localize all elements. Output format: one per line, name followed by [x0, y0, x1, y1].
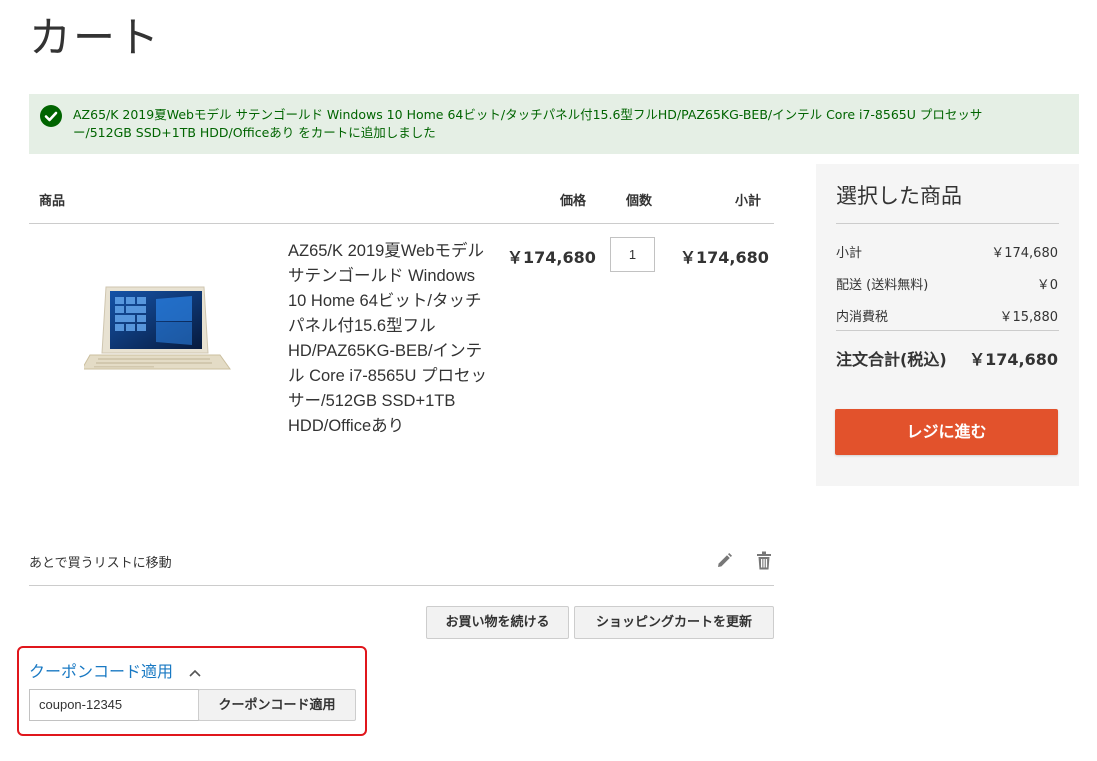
apply-coupon-button[interactable]: クーポンコード適用: [198, 689, 356, 721]
checkout-button[interactable]: レジに進む: [835, 409, 1058, 455]
subtotal-value: ￥174,680: [991, 246, 1058, 261]
header-subtotal: 小計: [735, 194, 762, 209]
check-circle-icon: [40, 105, 62, 127]
header-price: 価格: [560, 194, 587, 209]
header-item: 商品: [39, 194, 66, 209]
continue-shopping-button[interactable]: お買い物を続ける: [426, 606, 569, 639]
summary-total: 注文合計(税込) ￥174,680: [836, 346, 1058, 370]
success-message-text: AZ65/K 2019夏Webモデル サテンゴールド Windows 10 Ho…: [73, 107, 983, 140]
total-value: ￥174,680: [969, 350, 1058, 369]
page-title: カート: [29, 13, 162, 62]
success-message: AZ65/K 2019夏Webモデル サテンゴールド Windows 10 Ho…: [29, 94, 1079, 154]
summary-tax: 内消費税 ￥15,880: [836, 306, 1058, 325]
move-to-wishlist-link[interactable]: あとで買うリストに移動: [29, 552, 172, 571]
coupon-code-input[interactable]: coupon-12345: [29, 689, 199, 721]
update-cart-button[interactable]: ショッピングカートを更新: [574, 606, 774, 639]
coupon-section: クーポンコード適用 coupon-12345 クーポンコード適用: [17, 646, 367, 736]
pencil-icon[interactable]: [715, 552, 733, 574]
total-label: 注文合計(税込): [836, 350, 947, 369]
coupon-toggle[interactable]: クーポンコード適用: [29, 658, 173, 682]
header-divider: [29, 223, 774, 224]
shipping-value: ￥0: [1036, 278, 1058, 293]
tax-value: ￥15,880: [999, 310, 1059, 325]
order-summary: 選択した商品 小計 ￥174,680 配送 (送料無料) ￥0 内消費税 ￥15…: [816, 164, 1079, 486]
product-name-link[interactable]: AZ65/K 2019夏Webモデル サテンゴールド Windows 10 Ho…: [288, 239, 488, 439]
quantity-input[interactable]: 1: [610, 237, 655, 272]
summary-divider: [836, 223, 1059, 224]
summary-subtotal: 小計 ￥174,680: [836, 242, 1058, 261]
row-divider: [29, 585, 774, 586]
header-qty: 個数: [626, 194, 653, 209]
item-subtotal: ￥174,680: [680, 248, 769, 267]
product-image[interactable]: [81, 269, 234, 384]
summary-shipping: 配送 (送料無料) ￥0: [836, 274, 1058, 293]
trash-icon[interactable]: [756, 551, 772, 574]
summary-title: 選択した商品: [836, 184, 962, 208]
summary-divider-2: [836, 330, 1059, 331]
chevron-up-icon[interactable]: [189, 662, 201, 681]
tax-label: 内消費税: [836, 310, 889, 325]
shipping-label: 配送 (送料無料): [836, 278, 929, 293]
item-price: ￥174,680: [507, 248, 596, 267]
subtotal-label: 小計: [836, 246, 863, 261]
